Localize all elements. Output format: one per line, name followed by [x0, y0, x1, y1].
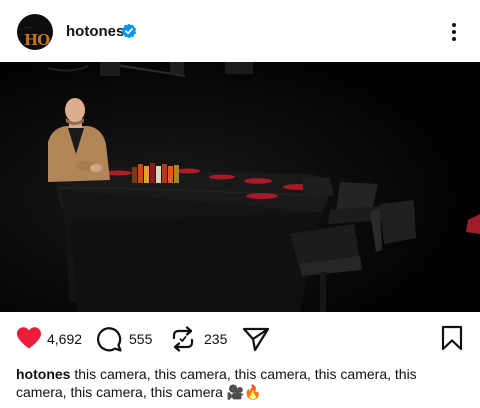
studio-scene	[0, 62, 480, 312]
post-username[interactable]: hotones	[66, 23, 124, 40]
caption-text: this camera, this camera, this camera, t…	[16, 366, 417, 400]
caption-emojis: 🎥🔥	[226, 384, 262, 400]
hot-ones-logo-icon: HO	[24, 31, 50, 49]
comment-bubble-icon[interactable]	[96, 326, 122, 352]
heart-icon[interactable]	[16, 326, 42, 350]
avatar-caption: ·····	[24, 25, 33, 30]
repost-count[interactable]: 235	[204, 331, 227, 347]
post-header: ····· HO hotones	[0, 0, 480, 62]
caption-username[interactable]: hotones	[16, 366, 70, 382]
comment-count[interactable]: 555	[129, 331, 152, 347]
post-actions-bar: 4,692 555 235	[0, 312, 480, 362]
send-icon[interactable]	[242, 326, 270, 352]
post-image[interactable]	[0, 62, 480, 312]
verified-badge-icon	[121, 23, 137, 39]
more-options-icon[interactable]	[444, 20, 464, 44]
avatar[interactable]: ····· HO	[17, 14, 53, 50]
bookmark-icon[interactable]	[440, 325, 464, 351]
repost-icon[interactable]	[171, 326, 195, 352]
post-caption: hotones this camera, this camera, this c…	[16, 365, 466, 401]
like-count[interactable]: 4,692	[47, 331, 82, 347]
